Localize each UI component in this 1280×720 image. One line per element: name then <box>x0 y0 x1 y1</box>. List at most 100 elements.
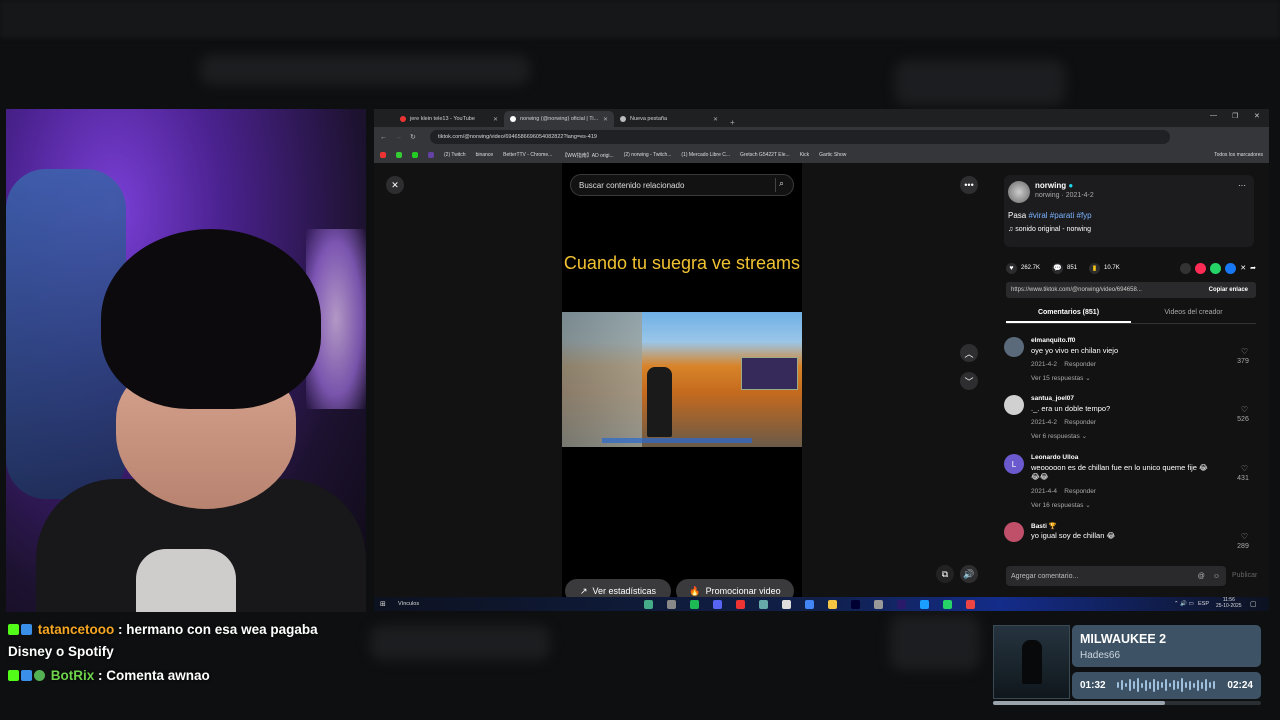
bookmark-all[interactable]: Todos los marcadores <box>1214 152 1269 158</box>
url-input[interactable]: tiktok.com/@norwing/video/69465866960540… <box>430 130 1170 144</box>
whatsapp-icon[interactable] <box>1210 262 1222 274</box>
back-icon[interactable]: ← <box>380 134 387 141</box>
chrome-icon[interactable] <box>805 600 814 609</box>
volume-icon[interactable]: 🔊 <box>960 565 978 583</box>
tab-comments[interactable]: Comentarios (851) <box>1006 304 1131 323</box>
windows-icon[interactable]: ⊞ <box>380 600 386 608</box>
bookmark-gartic[interactable]: Gartic Show <box>819 152 846 158</box>
reply-button[interactable]: Responder <box>1064 419 1096 426</box>
copy-link-button[interactable]: Copiar enlace <box>1209 287 1256 293</box>
notification-icon[interactable]: ▢ <box>1250 600 1257 608</box>
steam-icon[interactable] <box>644 600 653 609</box>
app-icon[interactable] <box>874 600 883 609</box>
close-icon[interactable]: ✕ <box>386 176 404 194</box>
photoshop-icon[interactable] <box>851 600 860 609</box>
x-icon[interactable]: ✕ <box>1240 264 1246 272</box>
bookmark-mercadolibre[interactable]: (1) Mercado Libre C... <box>681 152 730 158</box>
clock[interactable]: 11:56 25-10-2025 <box>1216 597 1242 609</box>
bookmark-binance[interactable]: binance <box>476 152 494 158</box>
send-icon[interactable] <box>1195 262 1207 274</box>
mention-icon[interactable]: @ <box>1198 573 1205 580</box>
comment-user[interactable]: santua_joel07 <box>1031 395 1074 402</box>
hashtags[interactable]: #viral #parati #fyp <box>1028 211 1091 220</box>
view-replies[interactable]: Ver 16 respuestas ⌄ <box>1031 501 1091 509</box>
tray-icons[interactable]: ⌃ 🔊 ▭ <box>1174 601 1194 607</box>
close-icon[interactable]: ✕ <box>493 116 498 123</box>
bookmark-betterttv[interactable]: BetterTTV - Chrome... <box>503 152 552 158</box>
language-indicator[interactable]: ESP <box>1198 601 1209 607</box>
taskbar-links[interactable]: Vínculos <box>398 601 419 607</box>
tab-creator-videos[interactable]: Videos del creador <box>1131 304 1256 323</box>
bookmark-icon[interactable]: ▮ <box>1089 262 1101 274</box>
bookmark-kick[interactable]: Kick <box>800 152 809 158</box>
maximize-icon[interactable]: ❐ <box>1232 112 1238 120</box>
view-replies[interactable]: Ver 6 respuestas ⌄ <box>1031 432 1087 440</box>
obs-icon[interactable] <box>736 600 745 609</box>
close-window-icon[interactable]: ✕ <box>1254 112 1260 120</box>
emoji-icon[interactable]: ☺ <box>1213 573 1220 580</box>
forward-icon[interactable]: → <box>395 134 402 141</box>
bookmark-icon[interactable] <box>412 152 418 158</box>
heart-icon[interactable]: ♡ <box>1241 464 1248 473</box>
comment-input[interactable]: Agregar comentario... @ ☺ <box>1006 566 1226 586</box>
chat-username[interactable]: BotRix <box>51 668 95 683</box>
search-icon[interactable]: ⌕ <box>775 178 789 192</box>
avatar[interactable] <box>1004 522 1024 542</box>
bookmark-ad[interactable]: 【WW指南】AD origi... <box>562 152 613 159</box>
share-icon[interactable]: ➦ <box>1250 264 1256 272</box>
sound-link[interactable]: ♫ sonido original - norwing <box>1008 226 1091 233</box>
bookmark-icon[interactable] <box>428 152 434 158</box>
new-tab-button[interactable]: + <box>724 118 741 127</box>
minimize-icon[interactable]: — <box>1210 112 1217 119</box>
comment-icon[interactable]: 💬 <box>1052 262 1064 274</box>
steam-icon[interactable] <box>920 600 929 609</box>
heart-icon[interactable]: ♡ <box>1241 532 1248 541</box>
bookmark-icon[interactable] <box>396 152 402 158</box>
embed-icon[interactable] <box>1180 262 1192 274</box>
reply-button[interactable]: Responder <box>1064 488 1096 495</box>
chat-username[interactable]: tatancetooo <box>38 622 115 637</box>
tab-tiktok[interactable]: norwing (@norwing) oficial | Ti... ✕ <box>504 111 614 127</box>
view-replies[interactable]: Ver 15 respuestas ⌄ <box>1031 374 1091 382</box>
close-icon[interactable]: ✕ <box>713 116 718 123</box>
waveform-bar <box>1193 682 1195 688</box>
avatar[interactable]: L <box>1004 454 1024 474</box>
comment-user[interactable]: elmanquito.ff0 <box>1031 337 1075 344</box>
more-options-icon[interactable]: ··· <box>1238 181 1246 190</box>
comment-user[interactable]: Leonardo Ulloa <box>1031 454 1078 461</box>
reply-button[interactable]: Responder <box>1064 361 1096 368</box>
video-link[interactable]: https://www.tiktok.com/@norwing/video/69… <box>1011 287 1142 293</box>
app-icon[interactable] <box>667 600 676 609</box>
bookmark-norwing-twitch[interactable]: (2) norwing - Twitch... <box>624 152 672 158</box>
spotify-icon[interactable] <box>690 600 699 609</box>
facebook-icon[interactable] <box>1225 262 1237 274</box>
tab-new-tab[interactable]: Nueva pestaña ✕ <box>614 111 724 127</box>
publish-button[interactable]: Publicar <box>1232 572 1257 579</box>
close-icon[interactable]: ✕ <box>603 116 608 123</box>
discord-icon[interactable] <box>713 600 722 609</box>
app-icon[interactable] <box>759 600 768 609</box>
reload-icon[interactable]: ↻ <box>410 133 416 141</box>
bookmark-gretsch[interactable]: Gretsch G5422T Ele... <box>740 152 790 158</box>
bookmark-icon[interactable] <box>380 152 386 158</box>
search-input[interactable]: Buscar contenido relacionado ⌕ <box>570 174 794 196</box>
whatsapp-icon[interactable] <box>943 600 952 609</box>
bookmark-twitch[interactable]: (2) Twitch <box>444 152 466 158</box>
app-icon[interactable] <box>782 600 791 609</box>
author-avatar[interactable] <box>1008 181 1030 203</box>
comment-user[interactable]: Basti 🏆 <box>1031 522 1057 530</box>
picture-in-picture-icon[interactable]: ⧉ <box>936 565 954 583</box>
heart-icon[interactable]: ♡ <box>1241 347 1248 356</box>
folder-icon[interactable] <box>828 600 837 609</box>
tab-youtube[interactable]: jere klein tele13 - YouTube ✕ <box>394 111 504 127</box>
chevron-down-icon[interactable]: ﹀ <box>960 372 978 390</box>
more-options-icon[interactable]: ••• <box>960 176 978 194</box>
avatar[interactable] <box>1004 395 1024 415</box>
chevron-up-icon[interactable]: ︿ <box>960 344 978 362</box>
heart-icon[interactable]: ♥ <box>1006 262 1017 274</box>
heart-icon[interactable]: ♡ <box>1241 405 1248 414</box>
chrome-icon[interactable] <box>966 600 975 609</box>
premiere-icon[interactable] <box>897 600 906 609</box>
avatar[interactable] <box>1004 337 1024 357</box>
author-name[interactable]: norwing ● <box>1035 181 1073 190</box>
